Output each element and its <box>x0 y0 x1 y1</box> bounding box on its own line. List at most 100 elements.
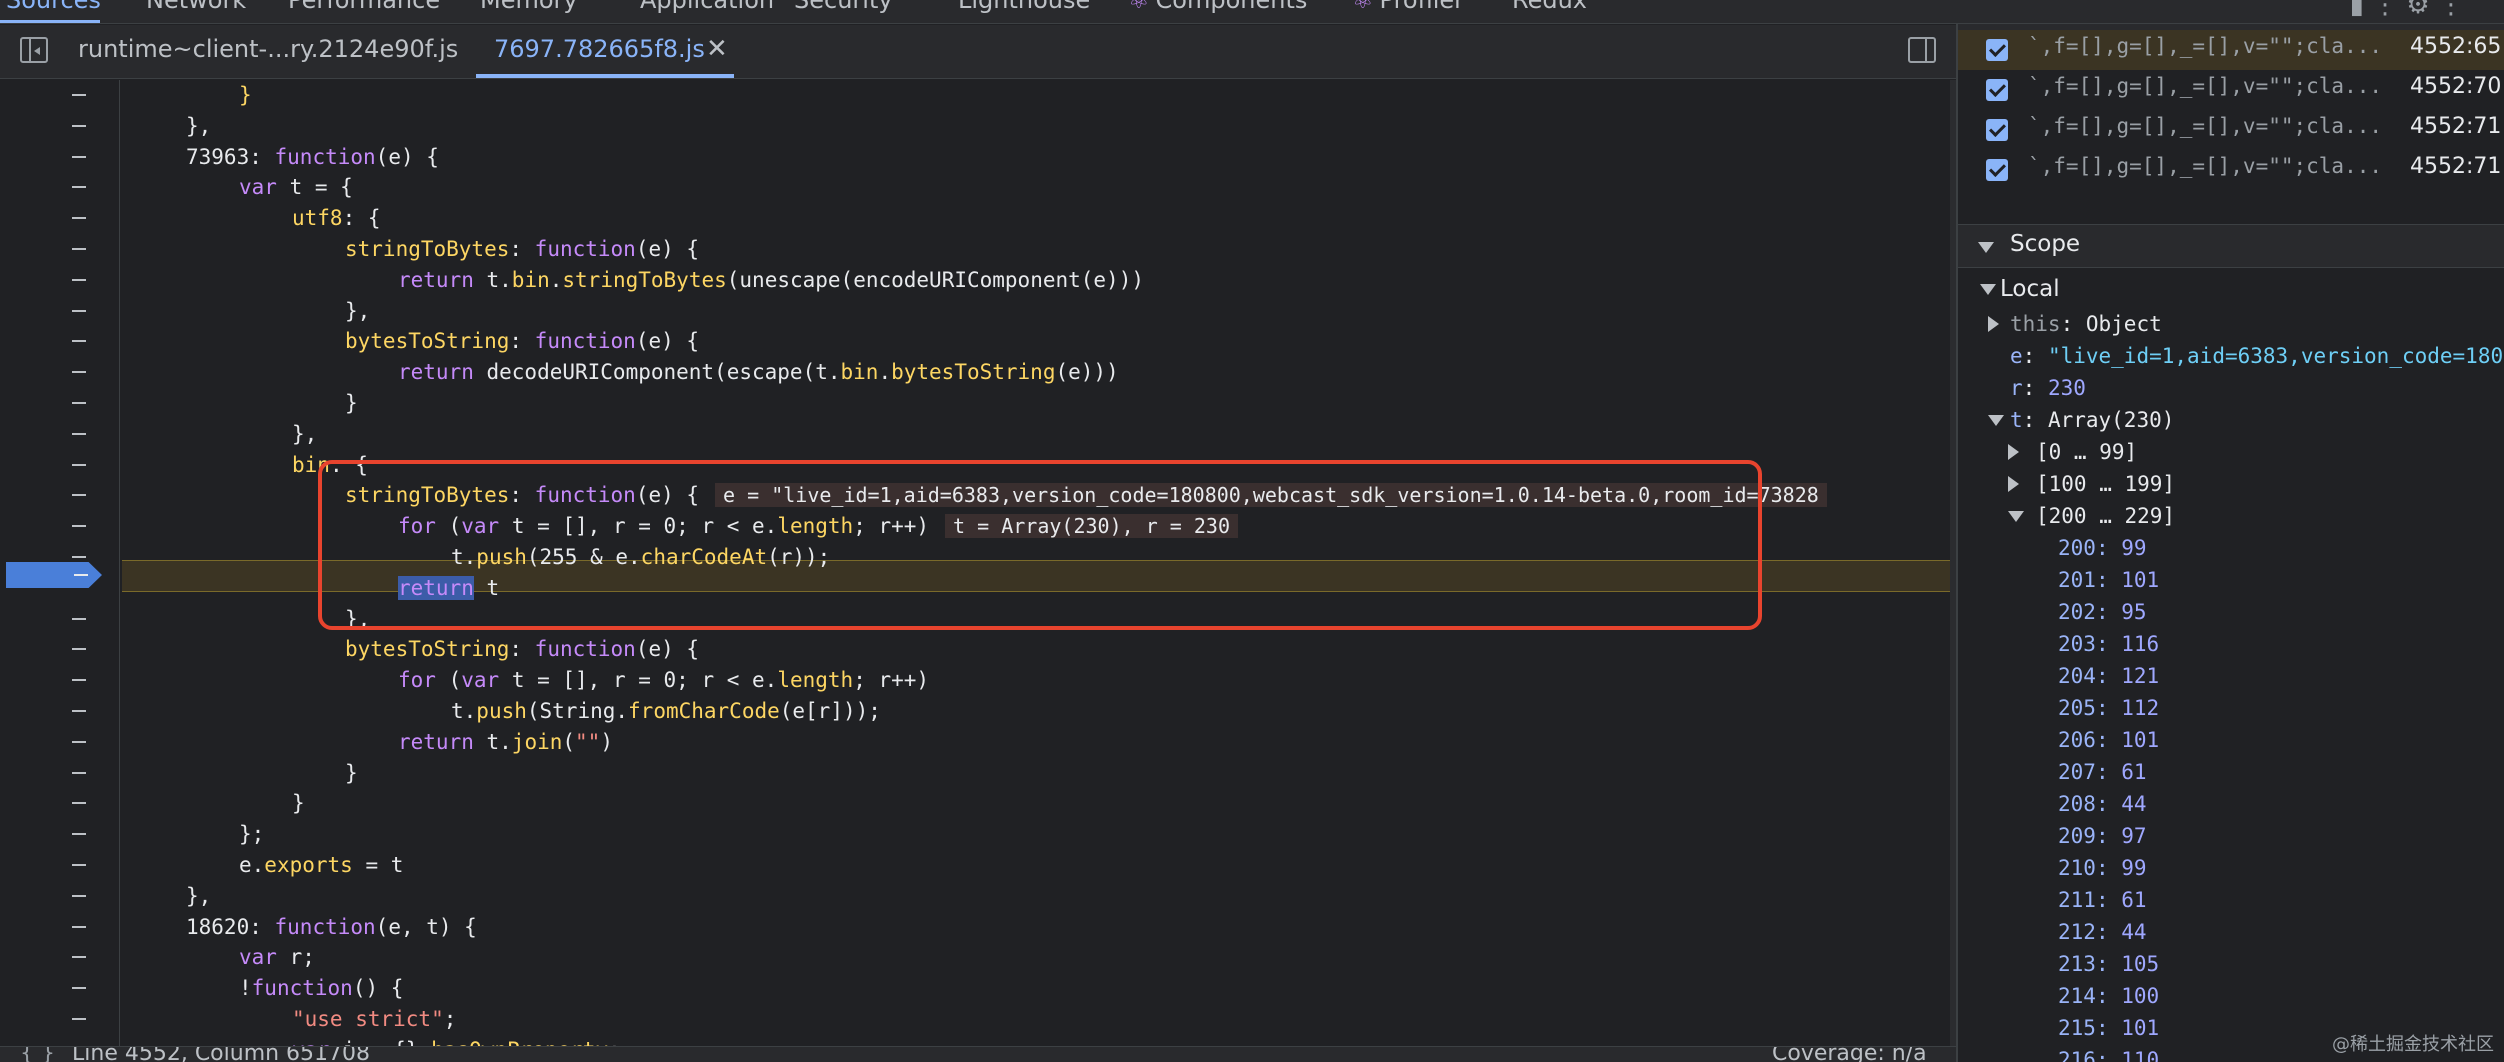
gutter-line-marker[interactable] <box>72 463 86 466</box>
array-element[interactable]: 204: 121 <box>2058 660 2159 692</box>
breakpoint-row[interactable]: `,f=[],g=[],_=[],v="";cla... 4552:65 <box>1958 30 2504 70</box>
breakpoint-checkbox[interactable] <box>1986 79 2008 101</box>
code-line[interactable]: return decodeURIComponent(escape(t.bin.b… <box>398 357 1119 387</box>
array-range-group[interactable]: [100 … 199] <box>2036 468 2175 500</box>
array-element[interactable]: 216: 110 <box>2058 1044 2159 1062</box>
array-element[interactable]: 203: 116 <box>2058 628 2159 660</box>
code-line[interactable]: "use strict"; <box>292 1004 456 1034</box>
gutter-line-marker[interactable] <box>72 494 86 497</box>
breakpoint-checkbox[interactable] <box>1986 119 2008 141</box>
code-editor[interactable]: }}, 73963: function(e) {var t = {utf8: {s… <box>0 80 1956 1046</box>
panel-tab-components[interactable]: ⚛ Components <box>1128 0 1307 14</box>
code-line[interactable]: }, <box>186 881 211 911</box>
toggle-navigator-icon[interactable] <box>20 37 48 63</box>
pretty-print-icon[interactable]: { } <box>20 1047 55 1062</box>
gutter-line-marker[interactable] <box>72 894 86 897</box>
gutter-line-marker[interactable] <box>72 648 86 651</box>
code-line[interactable]: } <box>239 80 252 110</box>
scope-variable-e[interactable]: e: "live_id=1,aid=6383,version_code=1808… <box>2010 340 2504 372</box>
array-element[interactable]: 210: 99 <box>2058 852 2147 884</box>
gutter-line-marker[interactable] <box>72 740 86 743</box>
code-line[interactable]: for (var t = [], r = 0; r < e.length; r+… <box>398 665 929 695</box>
gutter-line-marker[interactable] <box>72 802 86 805</box>
collapse-triangle-icon[interactable] <box>2008 511 2024 522</box>
devtools-settings-icon[interactable]: ▮ ⋮ ⚙ ⋮ <box>2350 0 2464 20</box>
code-line[interactable]: !function() { <box>239 973 403 1003</box>
gutter-line-marker[interactable] <box>72 617 86 620</box>
panel-tab-security[interactable]: Security <box>794 0 893 14</box>
code-line[interactable]: }, <box>186 111 211 141</box>
gutter-line-marker[interactable] <box>72 155 86 158</box>
code-line[interactable]: var t = { <box>239 172 353 202</box>
panel-tab-network[interactable]: Network <box>146 0 246 14</box>
code-line[interactable]: var r; <box>239 942 315 972</box>
array-element[interactable]: 207: 61 <box>2058 756 2147 788</box>
gutter-line-marker[interactable] <box>72 124 86 127</box>
gutter-line-marker[interactable] <box>72 432 86 435</box>
expand-triangle-icon[interactable] <box>2008 444 2019 460</box>
scope-variable-t[interactable]: t: Array(230) <box>2010 404 2174 436</box>
gutter-line-marker[interactable] <box>72 94 86 96</box>
gutter-line-marker[interactable] <box>72 864 86 866</box>
code-line[interactable]: t.push(String.fromCharCode(e[r])); <box>451 696 881 726</box>
gutter-line-marker[interactable] <box>72 309 86 312</box>
array-element[interactable]: 202: 95 <box>2058 596 2147 628</box>
gutter-line-marker[interactable] <box>72 278 86 281</box>
array-range-group[interactable]: [200 … 229] <box>2036 500 2175 532</box>
panel-tab-performance[interactable]: Performance <box>288 0 440 14</box>
array-element[interactable]: 213: 105 <box>2058 948 2159 980</box>
array-element[interactable]: 208: 44 <box>2058 788 2147 820</box>
close-tab-icon[interactable]: ✕ <box>706 34 728 64</box>
breakpoint-checkbox[interactable] <box>1986 39 2008 61</box>
panel-tab-application[interactable]: Application <box>640 0 774 14</box>
code-line[interactable]: e.exports = t <box>239 850 403 880</box>
collapse-triangle-icon[interactable] <box>1988 415 2004 426</box>
code-line[interactable]: utf8: { <box>292 203 381 233</box>
file-tab-7697[interactable]: 7697.782665f8.js <box>494 35 705 63</box>
code-line[interactable]: return t.bin.stringToBytes(unescape(enco… <box>398 265 1144 295</box>
code-line[interactable]: } <box>345 758 358 788</box>
array-element[interactable]: 200: 99 <box>2058 532 2147 564</box>
breakpoint-checkbox[interactable] <box>1986 159 2008 181</box>
gutter-line-marker[interactable] <box>72 402 86 404</box>
scope-variable-this[interactable]: this: Object <box>2010 308 2162 340</box>
file-tab-runtime-client[interactable]: runtime~client-...ry.2124e90f.js <box>78 35 458 63</box>
array-element[interactable]: 215: 101 <box>2058 1012 2159 1044</box>
code-line[interactable]: bytesToString: function(e) { <box>345 634 699 664</box>
expand-triangle-icon[interactable] <box>1988 316 1999 332</box>
array-element[interactable]: 214: 100 <box>2058 980 2159 1012</box>
code-line[interactable]: } <box>345 388 358 418</box>
panel-tab-redux[interactable]: Redux <box>1512 0 1587 14</box>
breakpoint-row[interactable]: `,f=[],g=[],_=[],v="";cla... 4552:71 <box>1958 150 2504 190</box>
panel-tab-memory[interactable]: Memory <box>480 0 578 14</box>
gutter-line-marker[interactable] <box>72 217 86 220</box>
breakpoint-row[interactable]: `,f=[],g=[],_=[],v="";cla... 4552:71 <box>1958 110 2504 150</box>
code-line[interactable]: 73963: function(e) { <box>186 142 439 172</box>
gutter-line-marker[interactable] <box>72 771 86 774</box>
scope-section-header[interactable]: Scope <box>1958 224 2504 268</box>
array-element[interactable]: 206: 101 <box>2058 724 2159 756</box>
breakpoint-row[interactable]: `,f=[],g=[],_=[],v="";cla... 4552:70 <box>1958 70 2504 110</box>
array-element[interactable]: 212: 44 <box>2058 916 2147 948</box>
code-line[interactable]: } <box>292 788 305 818</box>
gutter-line-marker[interactable] <box>72 186 86 189</box>
scope-variable-r[interactable]: r: 230 <box>2010 372 2086 404</box>
code-line[interactable]: var i = {}.hasOwnProperty; <box>292 1035 621 1046</box>
gutter-line-marker[interactable] <box>72 340 86 343</box>
array-range-group[interactable]: [0 … 99] <box>2036 436 2137 468</box>
gutter-line-marker[interactable] <box>72 679 86 682</box>
expand-triangle-icon[interactable] <box>2008 476 2019 492</box>
code-line[interactable]: 18620: function(e, t) { <box>186 912 477 942</box>
panel-tab-sources[interactable]: Sources <box>6 0 101 14</box>
panel-tab-lighthouse[interactable]: Lighthouse <box>958 0 1090 14</box>
code-line[interactable]: stringToBytes: function(e) { <box>345 234 699 264</box>
array-element[interactable]: 209: 97 <box>2058 820 2147 852</box>
gutter-line-marker[interactable] <box>72 556 86 558</box>
gutter-line-marker[interactable] <box>72 371 86 374</box>
gutter-line-marker[interactable] <box>72 248 86 250</box>
gutter-line-marker[interactable] <box>72 956 86 959</box>
gutter-line-marker[interactable] <box>72 1018 86 1020</box>
gutter-line-marker[interactable] <box>72 710 86 712</box>
array-element[interactable]: 205: 112 <box>2058 692 2159 724</box>
collapse-triangle-icon[interactable] <box>1980 284 1996 295</box>
